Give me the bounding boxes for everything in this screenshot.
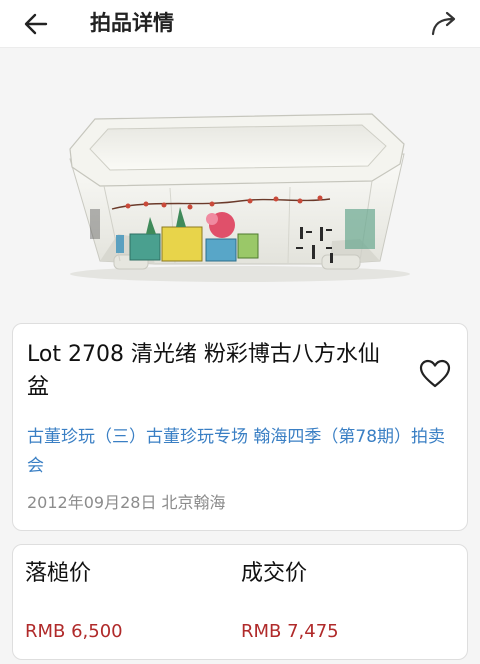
final-price-label: 成交价 <box>241 561 308 586</box>
hammer-price-value: RMB 6,500 <box>25 621 123 642</box>
share-button[interactable] <box>424 4 464 44</box>
porcelain-basin-image <box>69 113 410 282</box>
final-price-block: 成交价 RMB 7,475 <box>241 559 339 645</box>
lot-title: Lot 2708 清光绪 粉彩博古八方水仙盆 <box>27 342 380 400</box>
lot-info-card: Lot 2708 清光绪 粉彩博古八方水仙盆 古董珍玩（三）古董珍玩专场 翰海四… <box>12 323 468 531</box>
final-price-value: RMB 7,475 <box>241 621 339 642</box>
hammer-price-block: 落槌价 RMB 6,500 <box>25 559 123 645</box>
hammer-price-label: 落槌价 <box>25 561 92 586</box>
auction-session-link[interactable]: 古董珍玩（三）古董珍玩专场 翰海四季（第78期）拍卖会 <box>27 423 447 481</box>
price-card: 落槌价 RMB 6,500 成交价 RMB 7,475 <box>12 544 468 660</box>
back-button[interactable] <box>18 6 54 42</box>
arrow-left-icon <box>24 13 48 35</box>
heart-outline-icon <box>419 359 451 388</box>
page-title: 拍品详情 <box>90 11 174 35</box>
top-bar: 拍品详情 <box>0 0 480 48</box>
share-arrow-icon <box>431 11 456 36</box>
lot-image[interactable] <box>0 49 480 314</box>
favorite-button[interactable] <box>415 354 455 394</box>
sale-date-and-house: 2012年09月28日 北京翰海 <box>27 493 226 512</box>
